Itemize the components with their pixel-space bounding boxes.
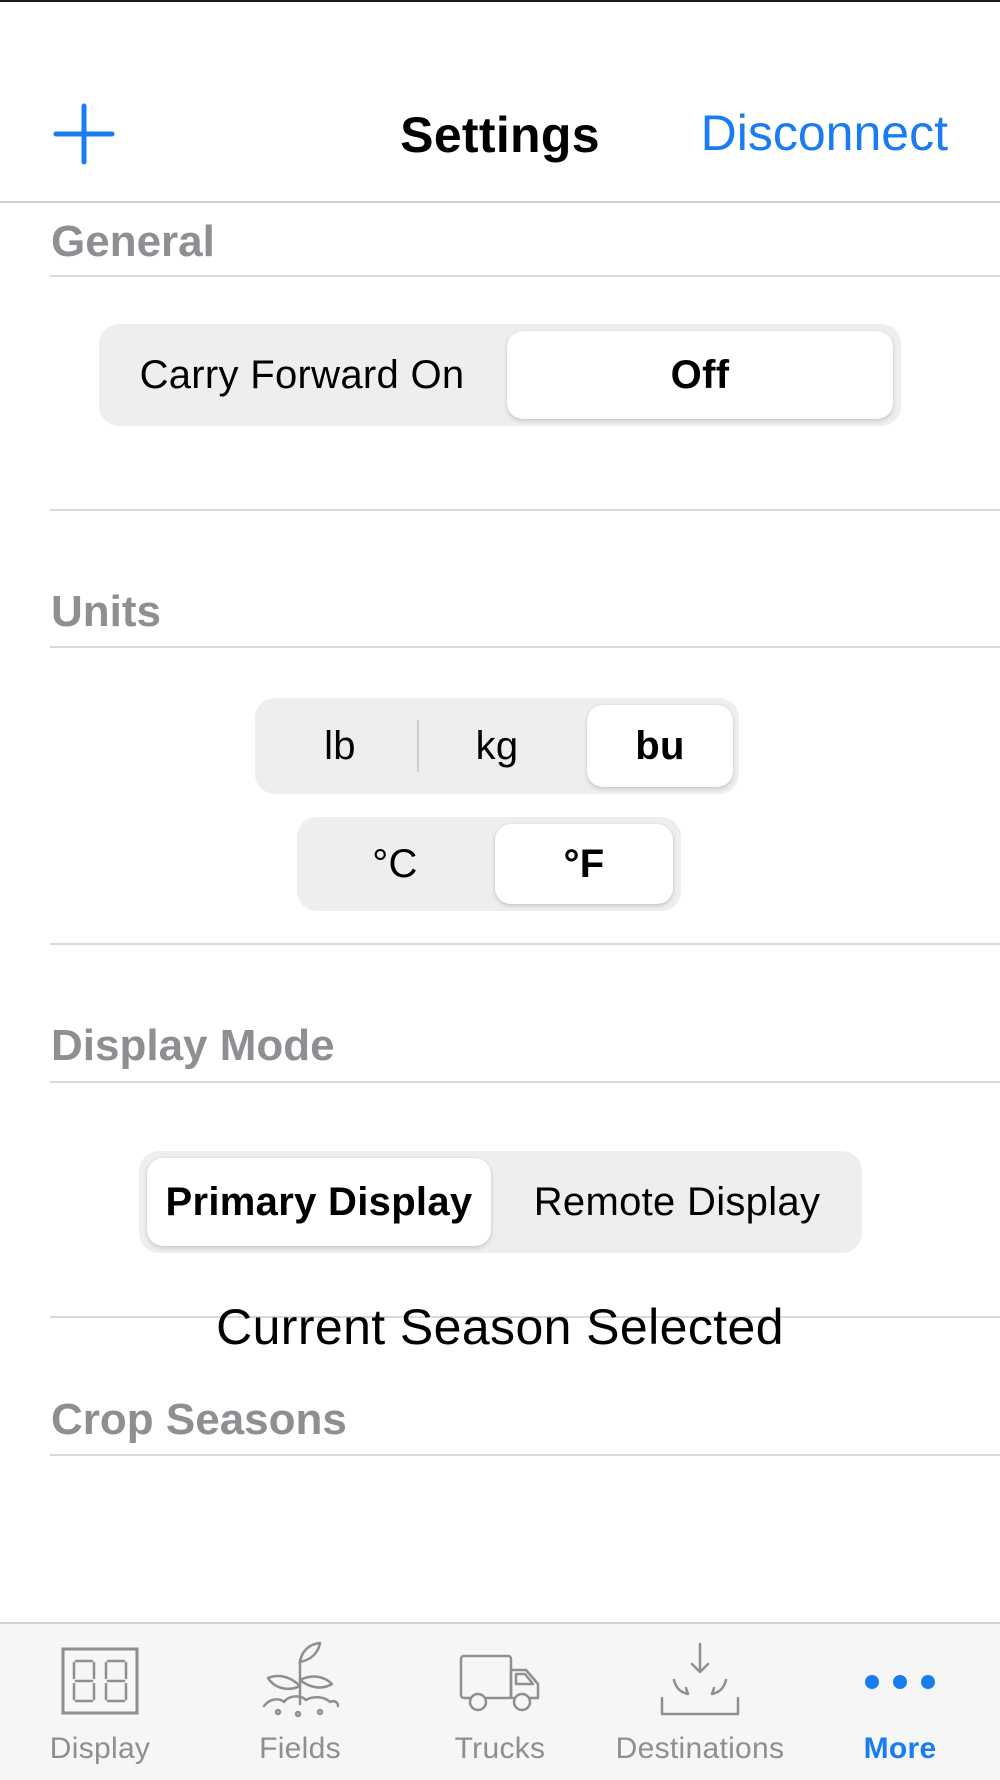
weight-unit-segmented-control: lb kg bu <box>255 698 739 794</box>
section-header-crop-seasons: Crop Seasons <box>51 1395 347 1444</box>
section-header-general: General <box>51 217 215 266</box>
navigation-bar: Settings Disconnect <box>0 2 1000 203</box>
unit-fahrenheit-option[interactable]: °F <box>495 824 673 904</box>
primary-display-option[interactable]: Primary Display <box>147 1158 491 1246</box>
unit-kg-option[interactable]: kg <box>420 705 574 787</box>
settings-list[interactable]: General Carry Forward On Off Units lb kg… <box>0 203 1000 1623</box>
divider <box>50 1454 1000 1456</box>
divider <box>50 943 1000 945</box>
carry-forward-on-option[interactable]: Carry Forward On <box>107 331 497 419</box>
display-mode-segmented-control: Primary Display Remote Display <box>139 1151 862 1253</box>
tab-more[interactable]: More <box>800 1624 1000 1780</box>
unit-bu-option[interactable]: bu <box>587 705 733 787</box>
tab-bar: Display Fields Trucks Destinations More <box>0 1622 1000 1780</box>
current-season-status: Current Season Selected <box>216 1299 784 1355</box>
disconnect-button[interactable]: Disconnect <box>701 104 948 162</box>
seven-segment-display-icon <box>61 1647 139 1715</box>
divider <box>50 646 1000 648</box>
unload-arrows-icon <box>660 1642 740 1716</box>
divider <box>50 509 1000 511</box>
carry-forward-segmented-control: Carry Forward On Off <box>99 324 901 426</box>
truck-icon <box>459 1654 540 1712</box>
section-header-display-mode: Display Mode <box>51 1021 335 1070</box>
tab-label: More <box>863 1732 937 1765</box>
plant-sprout-icon <box>262 1641 340 1718</box>
unit-celsius-option[interactable]: °C <box>305 824 485 904</box>
unit-lb-option[interactable]: lb <box>263 705 417 787</box>
more-dots-icon <box>865 1675 935 1689</box>
temperature-unit-segmented-control: °C °F <box>297 817 681 911</box>
section-header-units: Units <box>51 587 161 636</box>
carry-forward-off-option[interactable]: Off <box>507 331 893 419</box>
segment-divider <box>417 720 419 772</box>
divider <box>50 1081 1000 1083</box>
divider <box>50 275 1000 277</box>
remote-display-option[interactable]: Remote Display <box>499 1158 855 1246</box>
